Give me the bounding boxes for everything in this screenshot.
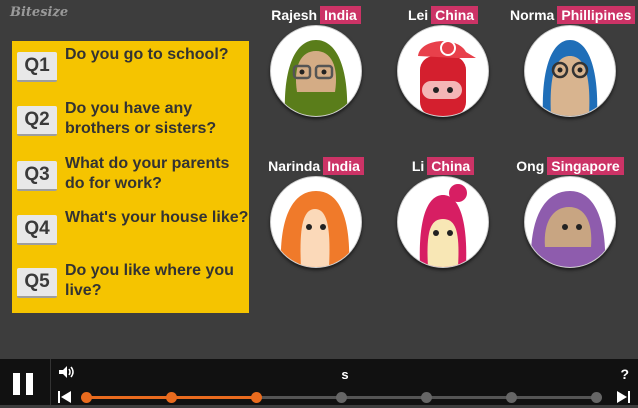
country-badge: India bbox=[323, 157, 364, 175]
lei-avatar-icon bbox=[397, 25, 489, 117]
volume-icon[interactable] bbox=[58, 365, 76, 382]
pause-icon[interactable] bbox=[13, 373, 35, 395]
bitesize-logo: Bitesize bbox=[10, 5, 69, 20]
country-badge: China bbox=[427, 157, 475, 175]
player-bar: s ? bbox=[0, 359, 638, 405]
next-icon[interactable] bbox=[616, 390, 630, 403]
country-badge: Phillipines bbox=[557, 6, 636, 24]
person-narinda[interactable]: Narinda India bbox=[256, 156, 376, 268]
questions-panel: Q1 Do you go to school? Q2 Do you have a… bbox=[12, 41, 249, 313]
previous-icon[interactable] bbox=[58, 390, 72, 403]
progress-step-dot[interactable] bbox=[591, 392, 602, 403]
person-name: Rajesh bbox=[271, 7, 318, 23]
person-name: Norma bbox=[510, 7, 555, 23]
person-name: Ong bbox=[516, 158, 545, 174]
progress-step-dot[interactable] bbox=[166, 392, 177, 403]
norma-avatar-icon bbox=[524, 25, 616, 117]
person-ong[interactable]: Ong Singapore bbox=[510, 156, 630, 268]
question-tag: Q1 bbox=[17, 52, 57, 82]
ong-avatar-icon bbox=[524, 176, 616, 268]
person-name: Narinda bbox=[268, 158, 321, 174]
question-3[interactable]: Q3 What do your parents do for work? bbox=[17, 154, 250, 194]
rajesh-avatar-icon bbox=[270, 25, 362, 117]
country-badge: India bbox=[320, 6, 361, 24]
country-badge: Singapore bbox=[547, 157, 624, 175]
person-norma[interactable]: Norma Phillipines bbox=[510, 5, 636, 117]
person-lei[interactable]: Lei China bbox=[383, 5, 503, 117]
question-5[interactable]: Q5 Do you like where you live? bbox=[17, 261, 250, 301]
question-tag: Q4 bbox=[17, 215, 57, 245]
progress-step-dot[interactable] bbox=[251, 392, 262, 403]
person-name: Lei bbox=[407, 7, 429, 23]
clip-title: s bbox=[341, 367, 349, 382]
person-name: Li bbox=[411, 158, 425, 174]
question-text: What do your parents do for work? bbox=[65, 155, 230, 192]
question-4[interactable]: Q4 What's your house like? bbox=[17, 208, 250, 245]
person-rajesh[interactable]: Rajesh India bbox=[256, 5, 376, 117]
question-2[interactable]: Q2 Do you have any brothers or sisters? bbox=[17, 99, 250, 139]
li-avatar-icon bbox=[397, 176, 489, 268]
progress-step-dot[interactable] bbox=[506, 392, 517, 403]
question-text: Do you have any brothers or sisters? bbox=[65, 100, 217, 137]
country-badge: China bbox=[431, 6, 479, 24]
question-tag: Q5 bbox=[17, 268, 57, 298]
divider bbox=[50, 359, 51, 405]
question-text: Do you go to school? bbox=[65, 46, 229, 63]
progress-step-dot[interactable] bbox=[336, 392, 347, 403]
question-text: Do you like where you live? bbox=[65, 262, 234, 299]
person-li[interactable]: Li China bbox=[383, 156, 503, 268]
help-button[interactable]: ? bbox=[620, 366, 629, 382]
question-text: What's your house like? bbox=[65, 209, 249, 226]
question-1[interactable]: Q1 Do you go to school? bbox=[17, 45, 250, 82]
progress-step-dot[interactable] bbox=[81, 392, 92, 403]
question-tag: Q2 bbox=[17, 106, 57, 136]
progress-step-dot[interactable] bbox=[421, 392, 432, 403]
narinda-avatar-icon bbox=[270, 176, 362, 268]
question-tag: Q3 bbox=[17, 161, 57, 191]
